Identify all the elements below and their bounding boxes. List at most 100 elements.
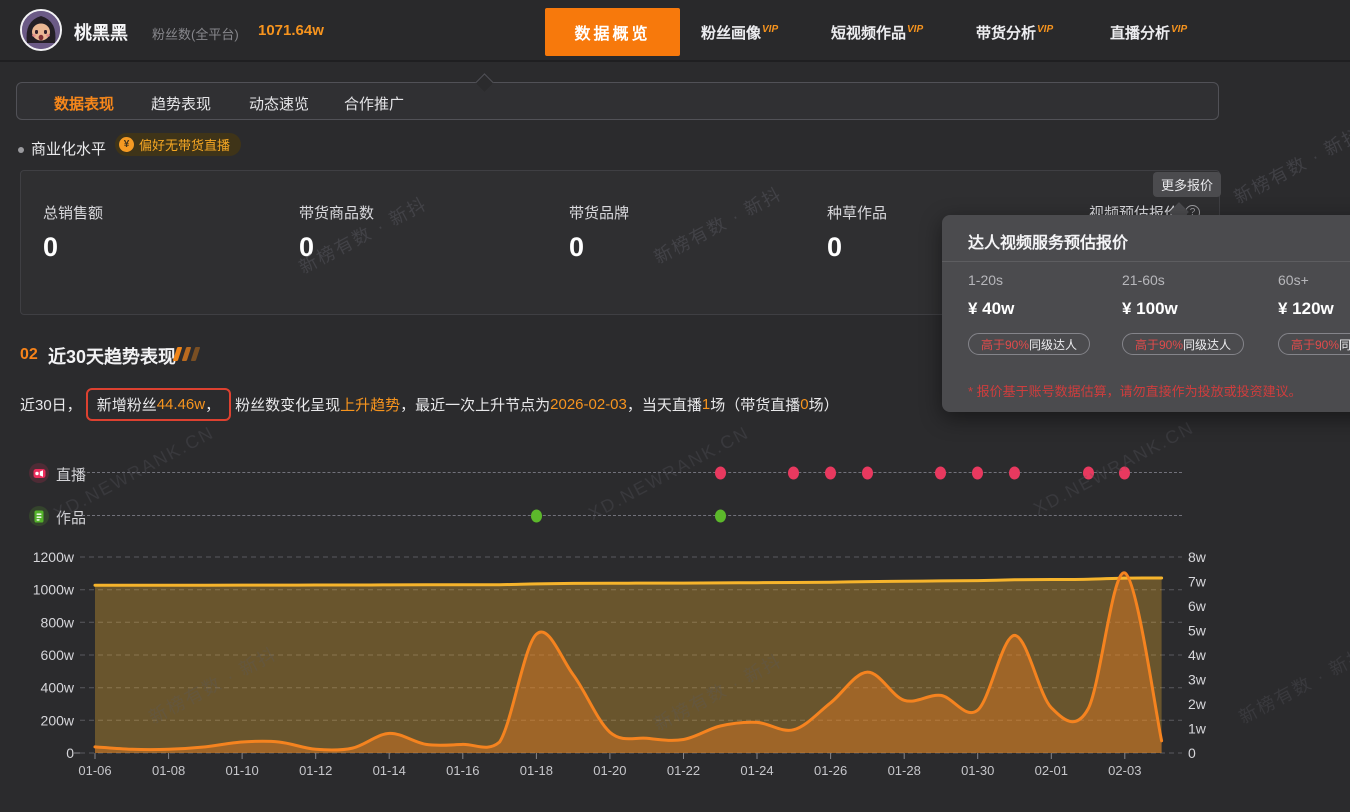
nav-tab-label: 短视频作品 — [831, 25, 906, 42]
quote-price: ¥ 120w — [1278, 299, 1350, 319]
svg-text:8w: 8w — [1188, 549, 1207, 565]
section-accent-marks-icon — [175, 347, 198, 361]
stat-value: 0 — [827, 232, 887, 263]
nav-tab-live-analysis[interactable]: 直播分析VIP — [1110, 22, 1187, 43]
live-marker-dot[interactable] — [972, 467, 983, 480]
commercial-level-label: 商业化水平 — [31, 138, 106, 159]
fans-count-label: 粉丝数(全平台) — [152, 24, 239, 43]
tab-cooperation-promo[interactable]: 合作推广 — [344, 93, 404, 114]
vip-badge: VIP — [762, 24, 778, 35]
stat-value: 0 — [43, 232, 103, 263]
svg-text:6w: 6w — [1188, 598, 1207, 614]
rise-date-value: 2026-02-03 — [550, 396, 627, 413]
stat-label: 带货品牌 — [569, 202, 629, 223]
quote-rank-badge: 高于90%同级达人 — [968, 333, 1090, 355]
nav-tab-data-overview[interactable]: 数据概览 — [545, 8, 680, 56]
svg-text:01-10: 01-10 — [225, 763, 258, 778]
svg-text:01-24: 01-24 — [740, 763, 773, 778]
quote-rank-badge: 高于90%同级达人 — [1122, 333, 1244, 355]
svg-text:3w: 3w — [1188, 672, 1207, 688]
live-marker-dot[interactable] — [1083, 467, 1094, 480]
live-marker-dot[interactable] — [788, 467, 799, 480]
tab-trend-performance[interactable]: 趋势表现 — [151, 93, 211, 114]
works-timeline-line — [82, 515, 1182, 516]
sub-tabs-bar: 数据表现 趋势表现 动态速览 合作推广 — [16, 82, 1219, 120]
nav-tab-short-video[interactable]: 短视频作品VIP — [831, 22, 923, 43]
nav-tab-ecommerce-analysis[interactable]: 带货分析VIP — [976, 22, 1053, 43]
quote-col-1-20s: 1-20s ¥ 40w 高于90%同级达人 — [968, 272, 1118, 355]
quote-col-21-60s: 21-60s ¥ 100w 高于90%同级达人 — [1122, 272, 1272, 355]
bullet-dot — [18, 147, 24, 153]
coin-icon: ¥ — [119, 137, 134, 152]
svg-text:800w: 800w — [41, 614, 75, 630]
live-marker-dot[interactable] — [862, 467, 873, 480]
live-marker-dot[interactable] — [1009, 467, 1020, 480]
svg-text:01-22: 01-22 — [667, 763, 700, 778]
live-marker-dot[interactable] — [935, 467, 946, 480]
svg-text:01-12: 01-12 — [299, 763, 332, 778]
live-marker-dot[interactable] — [825, 467, 836, 480]
stat-product-count: 带货商品数 0 — [299, 202, 374, 263]
stat-brand-count: 带货品牌 0 — [569, 202, 629, 263]
summary-seg1: 粉丝数变化呈现 — [235, 394, 340, 415]
new-fans-label: 新增粉丝 — [97, 394, 157, 415]
summary-seg5: 场） — [809, 394, 839, 415]
header-divider — [0, 60, 1350, 62]
section-title: 近30天趋势表现 — [48, 343, 176, 369]
works-marker-dot[interactable] — [715, 510, 726, 523]
svg-text:02-03: 02-03 — [1108, 763, 1141, 778]
tab-activity-overview[interactable]: 动态速览 — [249, 93, 309, 114]
svg-text:400w: 400w — [41, 680, 75, 696]
svg-text:0: 0 — [1188, 745, 1196, 761]
commercial-preference-badge: ¥ 偏好无带货直播 — [115, 133, 241, 156]
svg-text:0: 0 — [66, 745, 74, 761]
svg-text:01-16: 01-16 — [446, 763, 479, 778]
video-quote-tooltip: 达人视频服务预估报价 1-20s ¥ 40w 高于90%同级达人 21-60s … — [942, 215, 1350, 412]
svg-text:01-18: 01-18 — [520, 763, 553, 778]
svg-text:01-28: 01-28 — [888, 763, 921, 778]
svg-text:5w: 5w — [1188, 623, 1207, 639]
svg-text:2w: 2w — [1188, 696, 1207, 712]
works-marker-dot[interactable] — [531, 510, 542, 523]
svg-text:01-26: 01-26 — [814, 763, 847, 778]
fans-trend-chart[interactable]: 0200w400w600w800w1000w1200w01w2w3w4w5w6w… — [0, 540, 1350, 812]
svg-text:01-14: 01-14 — [373, 763, 406, 778]
svg-text:1200w: 1200w — [33, 549, 75, 565]
stat-value: 0 — [569, 232, 629, 263]
nav-tab-fan-profile[interactable]: 粉丝画像VIP — [701, 22, 778, 43]
tooltip-title: 达人视频服务预估报价 — [968, 229, 1128, 253]
more-quotes-button[interactable]: 更多报价 — [1153, 172, 1221, 197]
summary-seg2: ，最近一次上升节点为 — [400, 394, 550, 415]
dashboard-page: 新榜有数 · 新抖 新榜有数 · 新抖 新榜有数 · 新抖 XD.NEWRANK… — [0, 0, 1350, 812]
live-marker-dot[interactable] — [715, 467, 726, 480]
stat-label: 总销售额 — [43, 202, 103, 223]
svg-text:01-30: 01-30 — [961, 763, 994, 778]
quote-rank-badge: 高于90%同级达人 — [1278, 333, 1350, 355]
live-marker-dot[interactable] — [1119, 467, 1130, 480]
svg-text:01-08: 01-08 — [152, 763, 185, 778]
live-legend-label: 直播 — [56, 464, 86, 485]
works-icon — [29, 506, 49, 526]
svg-text:1000w: 1000w — [33, 582, 75, 598]
summary-seg4: 场（带货直播 — [710, 394, 800, 415]
works-legend-label: 作品 — [56, 507, 86, 528]
nav-tab-label: 带货分析 — [976, 25, 1036, 42]
stat-value: 0 — [299, 232, 374, 263]
section-number: 02 — [20, 346, 38, 364]
nav-tab-label: 粉丝画像 — [701, 25, 761, 42]
works-marker-row: 作品 — [0, 506, 1350, 526]
quote-col-60s-plus: 60s+ ¥ 120w 高于90%同级达人 — [1278, 272, 1350, 355]
stat-total-sales: 总销售额 0 — [43, 202, 103, 263]
stat-label: 种草作品 — [827, 202, 887, 223]
quote-price: ¥ 40w — [968, 299, 1118, 319]
top-header: 桃黑黑 粉丝数(全平台) 1071.64w 数据概览 粉丝画像VIP 短视频作品… — [0, 0, 1350, 60]
vip-badge: VIP — [1171, 24, 1187, 35]
tab-data-performance[interactable]: 数据表现 — [54, 93, 114, 114]
commercial-badge-text: 偏好无带货直播 — [139, 135, 230, 154]
avatar[interactable] — [20, 9, 62, 51]
vip-badge: VIP — [907, 24, 923, 35]
stat-label: 带货商品数 — [299, 202, 374, 223]
fans-count-value: 1071.64w — [258, 22, 324, 39]
account-name: 桃黑黑 — [74, 19, 128, 45]
watermark-brand: 新榜有数 · 新抖 — [1229, 120, 1350, 210]
